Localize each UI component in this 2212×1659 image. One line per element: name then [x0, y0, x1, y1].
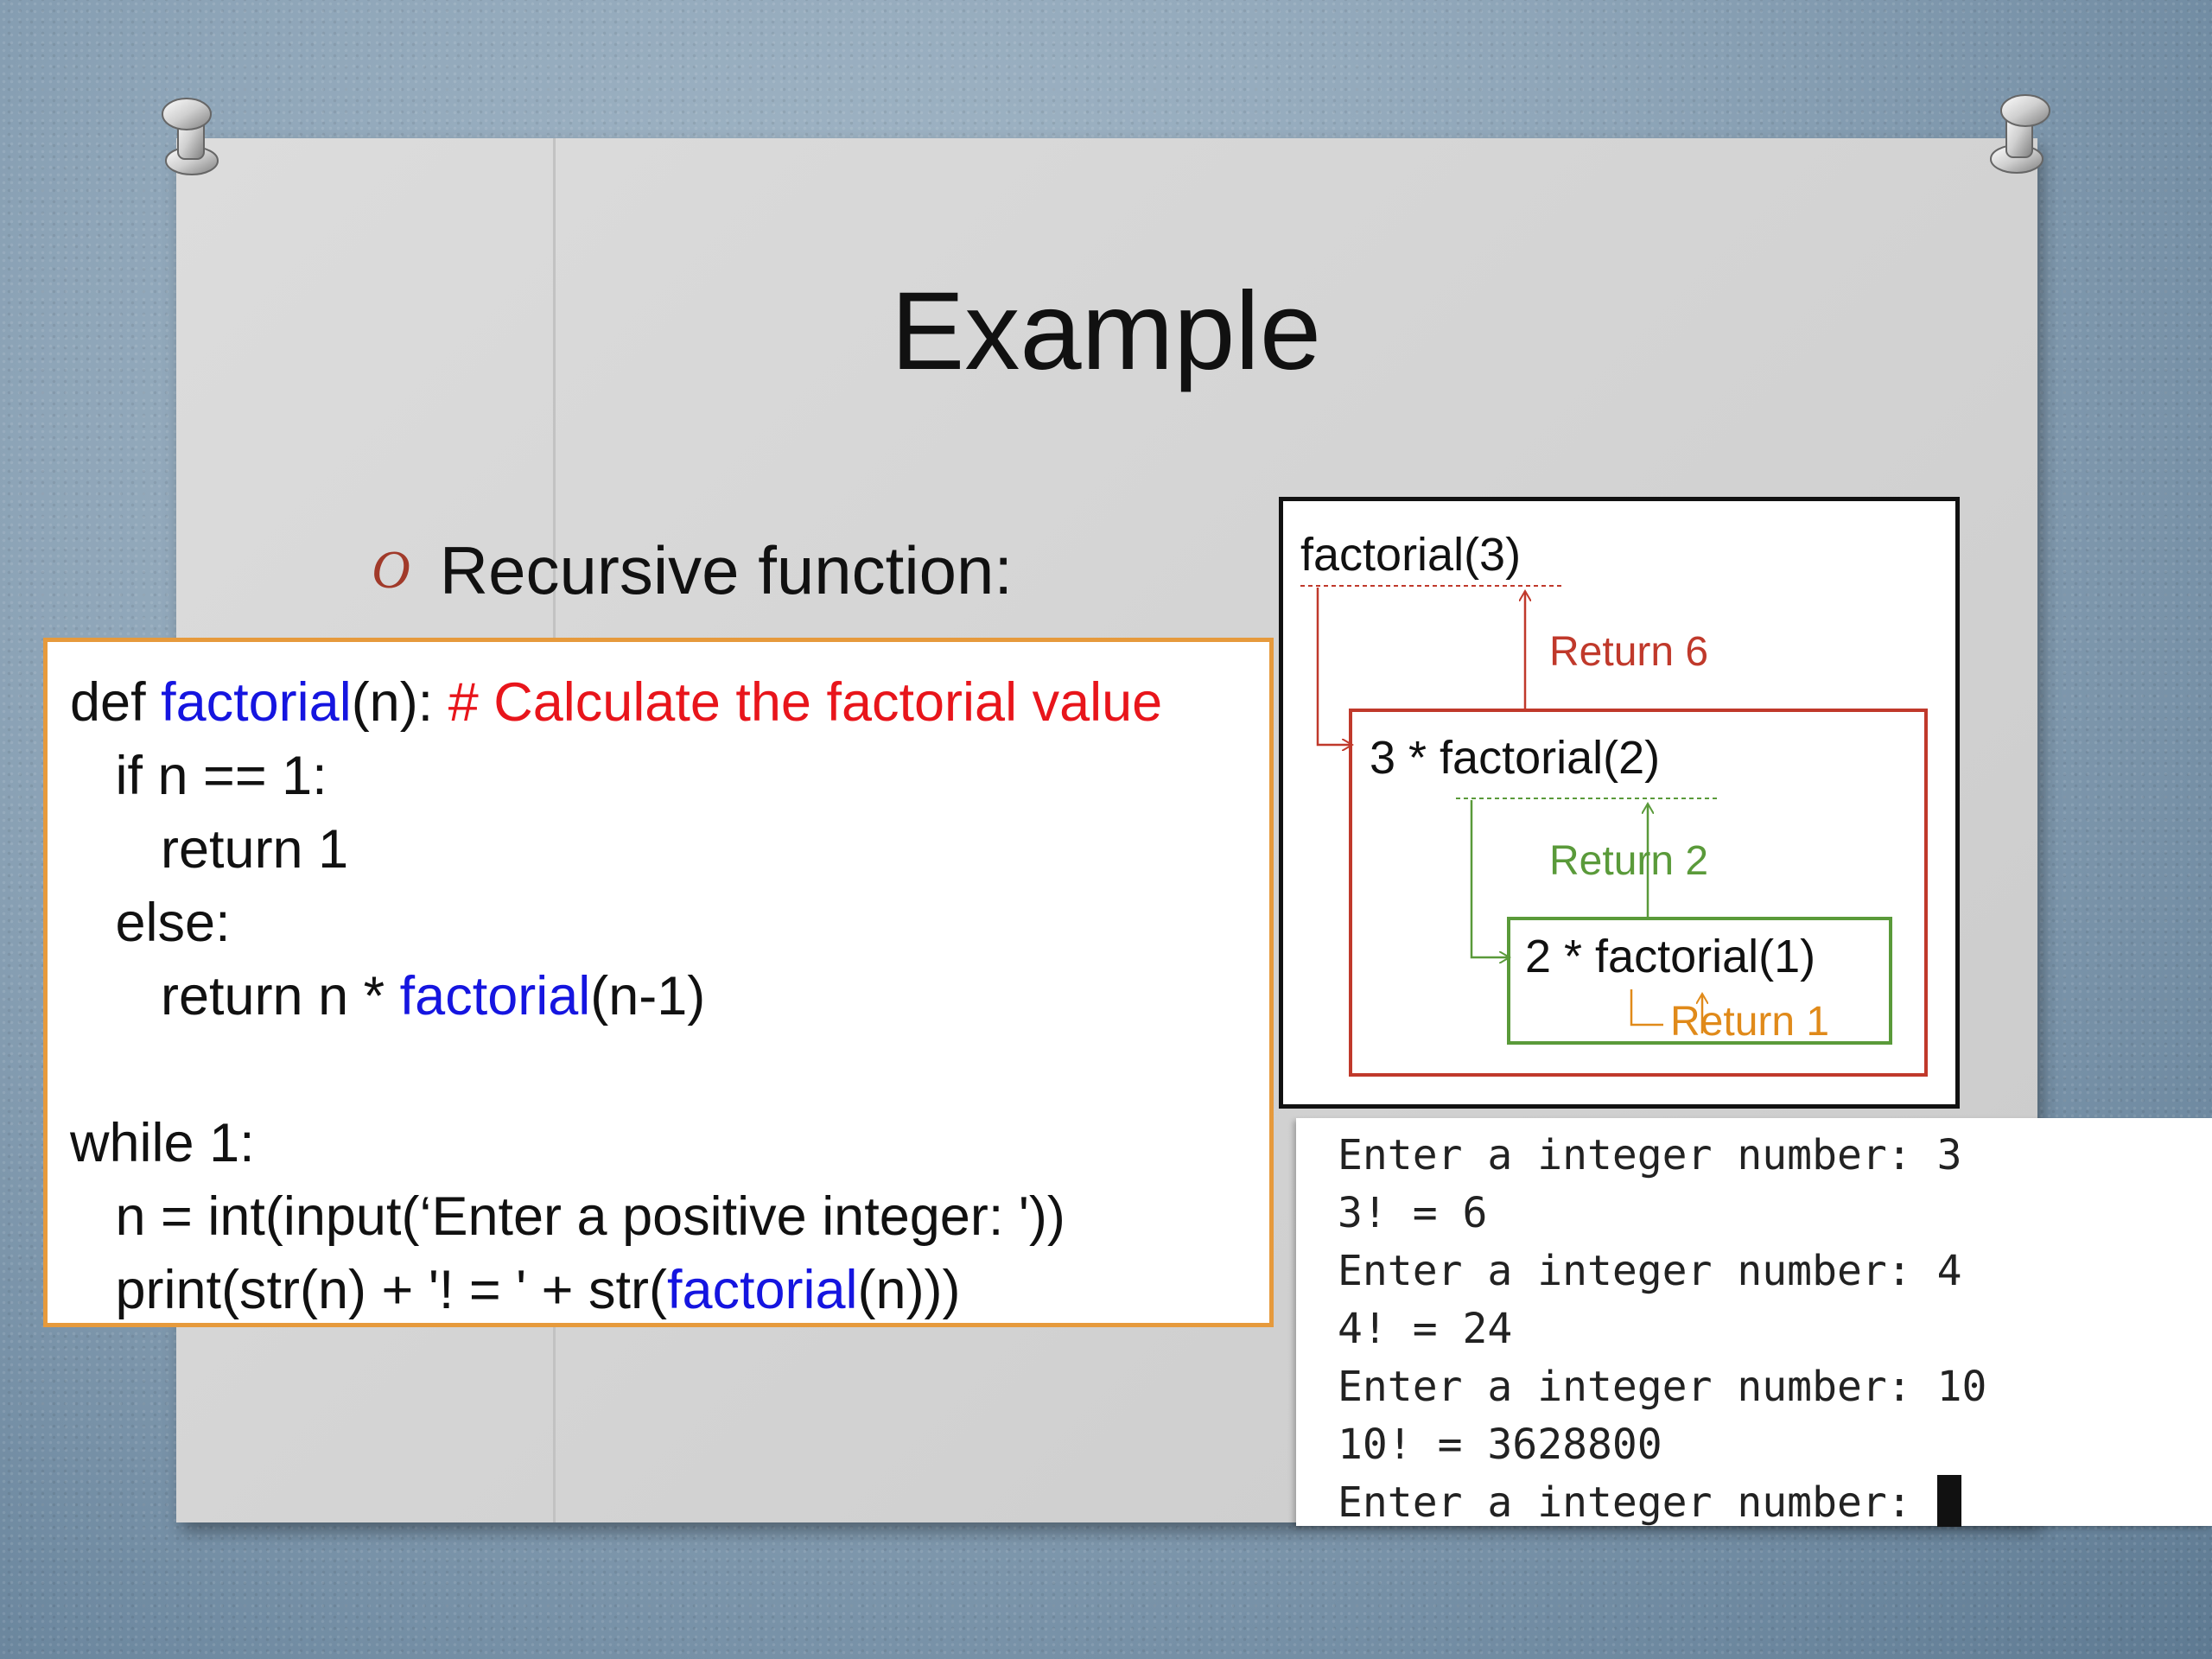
- recursion-diagram: factorial(3) Return 6 3 * factorial(2) R…: [1279, 497, 1960, 1109]
- code-token: def: [70, 672, 162, 733]
- code-token: factorial: [161, 672, 352, 733]
- code-token: n = int(input(‘Enter a positive integer:…: [70, 1186, 1065, 1247]
- code-token: factorial: [666, 1260, 858, 1320]
- console-line-text: 4! = 24: [1338, 1305, 1513, 1353]
- console-line-text: Enter a integer number:: [1338, 1478, 1937, 1527]
- console-cursor[interactable]: [1936, 1475, 1961, 1527]
- pushpin-right-icon: [1990, 94, 2050, 174]
- console-line: 3! = 6: [1338, 1185, 2212, 1243]
- pushpin-left-icon: [162, 98, 219, 175]
- code-token: (n))): [857, 1260, 961, 1320]
- code-line: return 1: [70, 813, 1247, 887]
- middle-call-label: 3 * factorial(2): [1370, 732, 1660, 784]
- code-line: n = int(input(‘Enter a positive integer:…: [70, 1180, 1247, 1254]
- console-line-text: Enter a integer number: 3: [1338, 1131, 1962, 1179]
- code-token: return 1: [70, 819, 349, 880]
- code-line: else:: [70, 887, 1247, 960]
- code-line: def factorial(n): # Calculate the factor…: [70, 666, 1247, 740]
- code-token: print(str(n) + '! = ' + str(: [70, 1260, 667, 1320]
- code-token: # Calculate the factorial value: [448, 672, 1163, 733]
- console-line: Enter a integer number: 10: [1338, 1358, 2212, 1416]
- code-line: if n == 1:: [70, 740, 1247, 813]
- console-line: Enter a integer number: 4: [1338, 1243, 2212, 1300]
- call-arrow-3: [1316, 588, 1352, 745]
- code-line: return n * factorial(n-1): [70, 960, 1247, 1033]
- call-arrow-2: [1470, 800, 1510, 957]
- return-2-label: Return 2: [1549, 838, 1708, 884]
- console-output: Enter a integer number: 3 3! = 6 Enter a i…: [1296, 1118, 2212, 1527]
- console-line: Enter a integer number: 3: [1338, 1127, 2212, 1185]
- code-token: else:: [70, 893, 231, 953]
- call-arrow-1: [1630, 989, 1663, 1027]
- console-line-text: Enter a integer number: 4: [1338, 1247, 1962, 1295]
- inner-call-label: 2 * factorial(1): [1525, 931, 1815, 982]
- recursion-diagram-svg: factorial(3) Return 6 3 * factorial(2) R…: [1300, 529, 1928, 1077]
- code-token: while 1:: [70, 1113, 255, 1173]
- return-1-label: Return 1: [1670, 999, 1829, 1045]
- bullet-item: O Recursive function:: [372, 531, 1013, 610]
- console-line: 4! = 24: [1338, 1300, 2212, 1358]
- code-token: (n):: [351, 672, 448, 733]
- code-token: factorial: [399, 966, 591, 1027]
- console-line: 10! = 3628800: [1338, 1416, 2212, 1474]
- bullet-text: Recursive function:: [439, 532, 1014, 608]
- outer-call-label: factorial(3): [1300, 529, 1521, 581]
- console-line: Enter a integer number:: [1338, 1474, 2212, 1532]
- slide-title: Example: [891, 270, 1321, 393]
- code-token: (n-1): [590, 966, 706, 1027]
- console-line-text: 10! = 3628800: [1338, 1421, 1662, 1469]
- bullet-marker-icon: O: [372, 541, 410, 600]
- code-line: print(str(n) + '! = ' + str(factorial(n)…: [70, 1254, 1247, 1327]
- code-token: if n == 1:: [70, 746, 327, 806]
- console-line-text: Enter a integer number: 10: [1338, 1363, 1987, 1411]
- code-listing: def factorial(n): # Calculate the factor…: [43, 638, 1274, 1327]
- console-line-text: 3! = 6: [1338, 1189, 1488, 1237]
- code-line: while 1:: [70, 1107, 1247, 1180]
- code-token: return n *: [70, 966, 400, 1027]
- return-6-label: Return 6: [1549, 629, 1708, 675]
